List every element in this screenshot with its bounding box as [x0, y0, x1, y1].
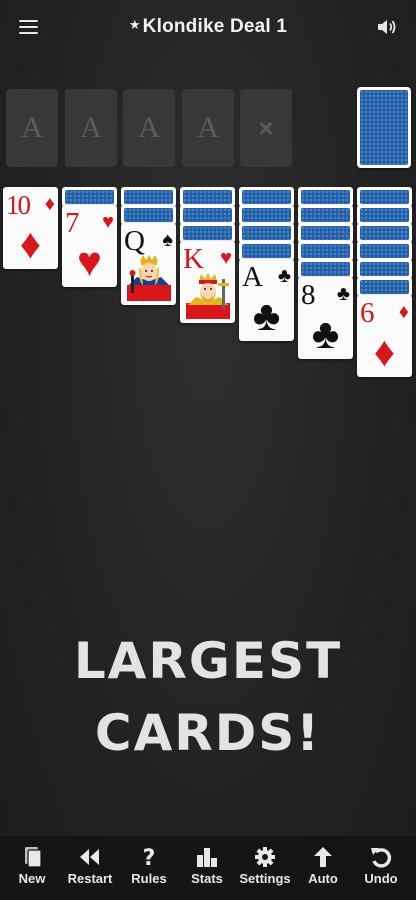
new-label: New — [18, 871, 46, 886]
bar-chart-icon — [197, 848, 217, 867]
page-title: ★ Klondike Deal 1 — [0, 16, 416, 38]
svg-text:?: ? — [143, 846, 156, 868]
tableau-facedown-card — [357, 277, 412, 297]
tableau-facedown-card — [239, 187, 294, 207]
foundation-slot-1[interactable]: A — [6, 89, 58, 167]
foundation-slot-4[interactable]: A — [182, 89, 234, 167]
card-suit-small: ♠ — [162, 229, 173, 251]
card-rank: 6 — [360, 297, 375, 329]
star-icon: ★ — [128, 17, 141, 32]
tableau-facedown-card — [357, 241, 412, 261]
card-suit-small: ♥ — [220, 247, 232, 269]
tableau-facedown-card — [298, 187, 353, 207]
gear-icon — [255, 847, 275, 867]
tableau-facedown-card — [239, 205, 294, 225]
card-suit-small: ♥ — [102, 211, 114, 233]
tableau-facedown-card — [180, 187, 235, 207]
new-game-button[interactable]: New — [3, 844, 61, 894]
header-bar: ★ Klondike Deal 1 — [0, 0, 416, 58]
queen-face-illustration — [127, 255, 171, 301]
rewind-icon — [80, 849, 99, 865]
stats-label: Stats — [191, 871, 223, 886]
speaker-icon[interactable] — [376, 17, 398, 37]
card-rank: Q — [124, 225, 145, 257]
stats-button[interactable]: Stats — [178, 844, 236, 894]
card-rank: 10 — [6, 190, 31, 220]
tableau-facedown-card — [298, 259, 353, 279]
card-rank: 8 — [301, 279, 316, 311]
tableau-card-7-hearts[interactable]: 7 ♥ ♥ — [62, 205, 117, 287]
foundation-slot-2[interactable]: A — [65, 89, 117, 167]
tableau-facedown-card — [180, 205, 235, 225]
card-suit-small: ♦ — [44, 193, 55, 215]
auto-button[interactable]: Auto — [294, 844, 352, 894]
card-suit-large: ♣ — [252, 292, 281, 339]
tableau-facedown-card — [298, 205, 353, 225]
tableau-facedown-card — [121, 187, 176, 207]
promo-headline-line2: CARDS! — [94, 704, 322, 762]
promo-headline-line1: LARGEST — [73, 632, 343, 690]
card-suit-large: ♦ — [19, 220, 42, 267]
tableau-facedown-card — [357, 223, 412, 243]
card-rank: K — [183, 243, 204, 275]
card-rank: 7 — [65, 207, 80, 239]
card-suit-large: ♦ — [373, 328, 396, 375]
stock-pile[interactable] — [357, 87, 411, 168]
tableau-card-queen-spades[interactable]: Q ♠ — [121, 223, 176, 305]
tableau-facedown-card — [239, 241, 294, 261]
bottom-toolbar: New Restart ? Rules Stats Settings Auto … — [0, 836, 416, 900]
waste-slot[interactable]: × — [240, 89, 292, 167]
rules-button[interactable]: ? Rules — [120, 844, 178, 894]
card-suit-large: ♥ — [77, 238, 102, 285]
tableau-facedown-card — [357, 259, 412, 279]
restart-label: Restart — [67, 871, 113, 886]
card-suit-small: ♦ — [398, 301, 409, 323]
settings-button[interactable]: Settings — [236, 844, 294, 894]
tableau-card-8-clubs[interactable]: 8 ♣ ♣ — [298, 277, 353, 359]
game-title: Klondike Deal 1 — [142, 16, 288, 37]
tableau-facedown-card — [357, 187, 412, 207]
card-suit-large: ♣ — [311, 310, 340, 357]
card-suit-small: ♣ — [336, 283, 350, 305]
tableau-card-6-diamonds[interactable]: 6 ♦ ♦ — [357, 295, 412, 377]
tableau-card-10-diamonds[interactable]: 10 ♦ ♦ — [3, 187, 58, 269]
tableau-facedown-card — [62, 187, 117, 207]
arrow-up-icon — [314, 847, 332, 867]
cards-icon — [25, 847, 42, 868]
settings-label: Settings — [239, 871, 291, 886]
tableau-card-king-hearts[interactable]: K ♥ — [180, 241, 235, 323]
tableau-facedown-card — [239, 223, 294, 243]
undo-label: Undo — [364, 871, 398, 886]
tableau-facedown-card — [121, 205, 176, 225]
card-rank: A — [242, 261, 263, 293]
question-mark-icon: ? — [143, 846, 156, 868]
tableau-card-ace-clubs[interactable]: A ♣ ♣ — [239, 259, 294, 341]
foundation-slot-3[interactable]: A — [123, 89, 175, 167]
king-face-illustration — [186, 273, 230, 319]
auto-label: Auto — [308, 871, 338, 886]
card-suit-small: ♣ — [277, 265, 291, 287]
tableau-facedown-card — [180, 223, 235, 243]
tableau-facedown-card — [357, 205, 412, 225]
undo-button[interactable]: Undo — [352, 844, 410, 894]
tableau-facedown-card — [298, 241, 353, 261]
restart-button[interactable]: Restart — [61, 844, 119, 894]
rules-label: Rules — [131, 871, 167, 886]
tableau-facedown-card — [298, 223, 353, 243]
undo-arrow-icon — [371, 848, 392, 868]
